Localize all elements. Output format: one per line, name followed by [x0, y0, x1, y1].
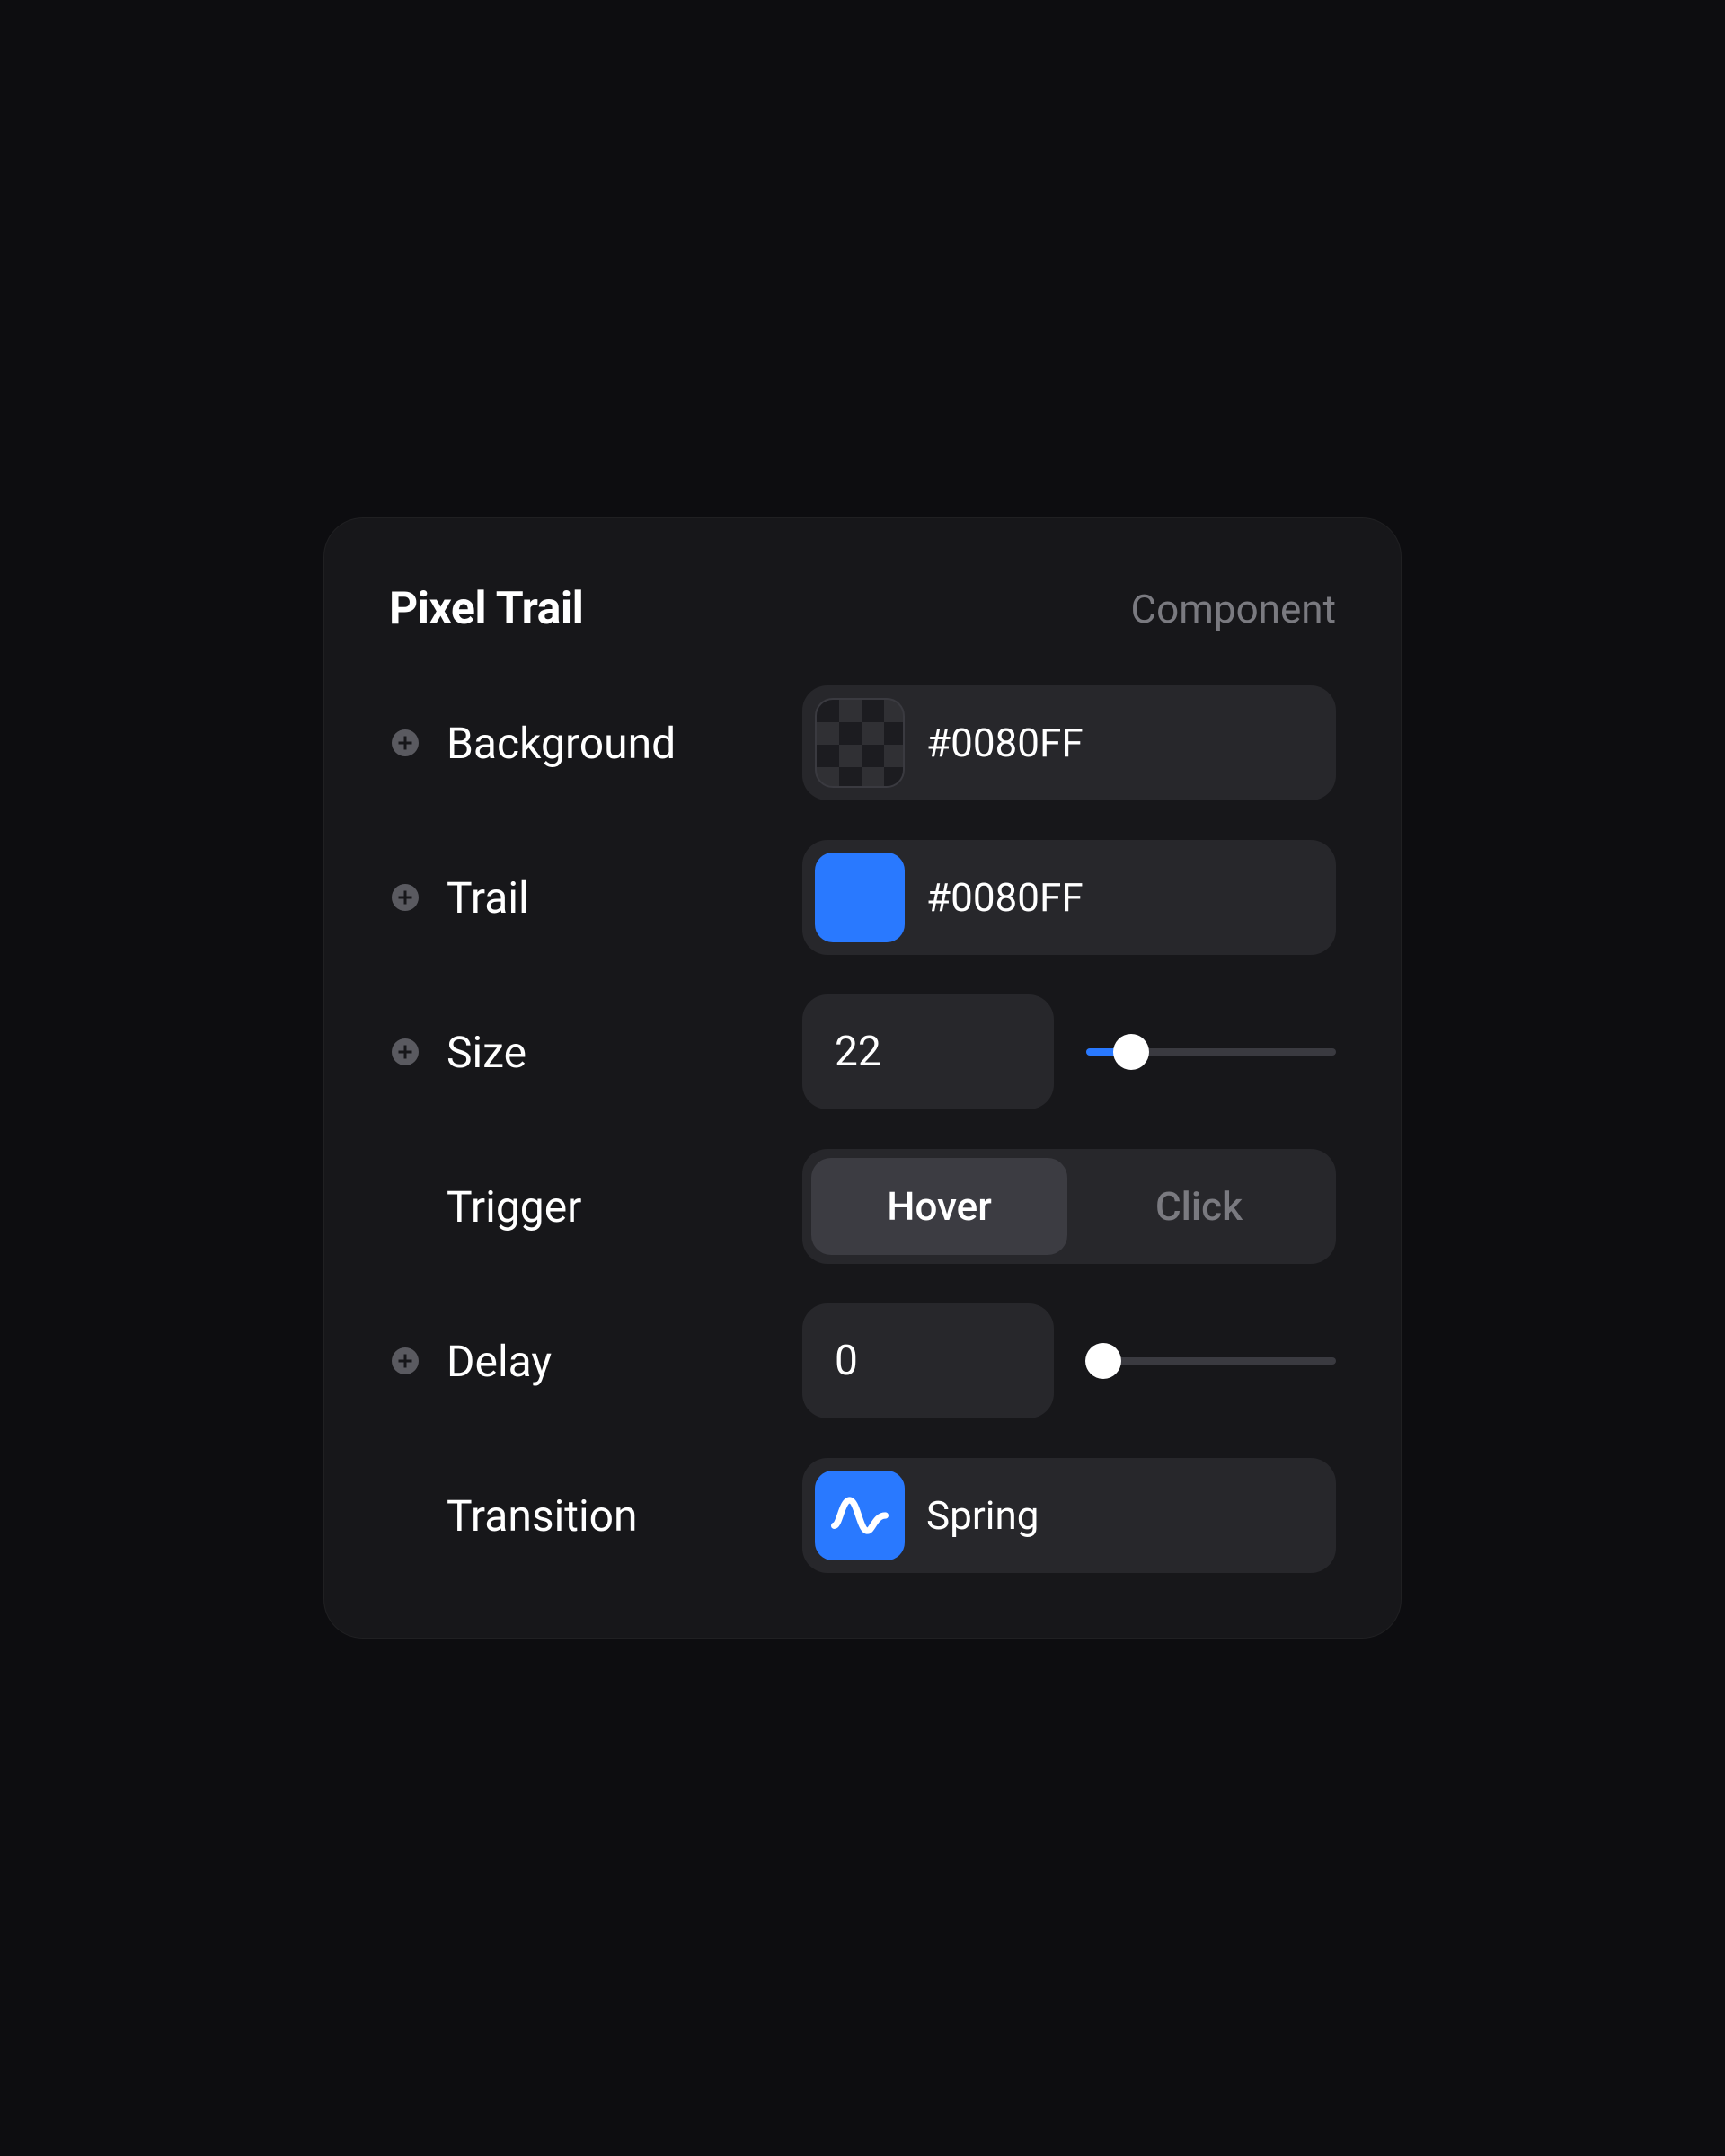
panel-type: Component — [1131, 586, 1336, 632]
size-slider[interactable] — [1086, 1034, 1336, 1070]
row-background: Background #0080FF — [389, 685, 1336, 800]
plus-circle-icon[interactable] — [389, 1036, 421, 1068]
row-trigger: Trigger Hover Click — [389, 1149, 1336, 1264]
panel-title: Pixel Trail — [389, 583, 583, 635]
label-trail: Trail — [447, 872, 529, 923]
row-size: Size 22 — [389, 994, 1336, 1109]
delay-slider[interactable] — [1086, 1343, 1336, 1379]
trigger-segmented: Hover Click — [802, 1149, 1336, 1264]
slider-thumb[interactable] — [1085, 1343, 1121, 1379]
transition-select[interactable]: Spring — [802, 1458, 1336, 1573]
label-trigger: Trigger — [447, 1181, 581, 1233]
background-color-value: #0080FF — [926, 720, 1084, 766]
color-swatch-icon[interactable] — [815, 853, 905, 942]
delay-input[interactable]: 0 — [802, 1303, 1054, 1418]
panel-header: Pixel Trail Component — [389, 583, 1336, 635]
label-delay: Delay — [447, 1336, 552, 1387]
transition-value: Spring — [926, 1492, 1039, 1539]
size-value: 22 — [835, 1028, 881, 1076]
plus-circle-icon[interactable] — [389, 881, 421, 914]
slider-thumb[interactable] — [1113, 1034, 1149, 1070]
transparent-swatch-icon[interactable] — [815, 698, 905, 788]
spring-curve-icon — [815, 1471, 905, 1560]
segment-hover[interactable]: Hover — [811, 1158, 1067, 1255]
row-trail: Trail #0080FF — [389, 840, 1336, 955]
plus-circle-icon[interactable] — [389, 1345, 421, 1377]
size-input[interactable]: 22 — [802, 994, 1054, 1109]
trail-color-value: #0080FF — [926, 874, 1084, 921]
background-color-field[interactable]: #0080FF — [802, 685, 1336, 800]
label-size: Size — [447, 1027, 526, 1078]
label-background: Background — [447, 718, 676, 769]
plus-circle-icon[interactable] — [389, 727, 421, 759]
label-transition: Transition — [447, 1490, 638, 1542]
delay-value: 0 — [835, 1337, 858, 1385]
row-transition: Transition Spring — [389, 1458, 1336, 1573]
properties-panel: Pixel Trail Component Background #0080FF… — [323, 517, 1402, 1639]
row-delay: Delay 0 — [389, 1303, 1336, 1418]
trail-color-field[interactable]: #0080FF — [802, 840, 1336, 955]
segment-click[interactable]: Click — [1071, 1158, 1327, 1255]
